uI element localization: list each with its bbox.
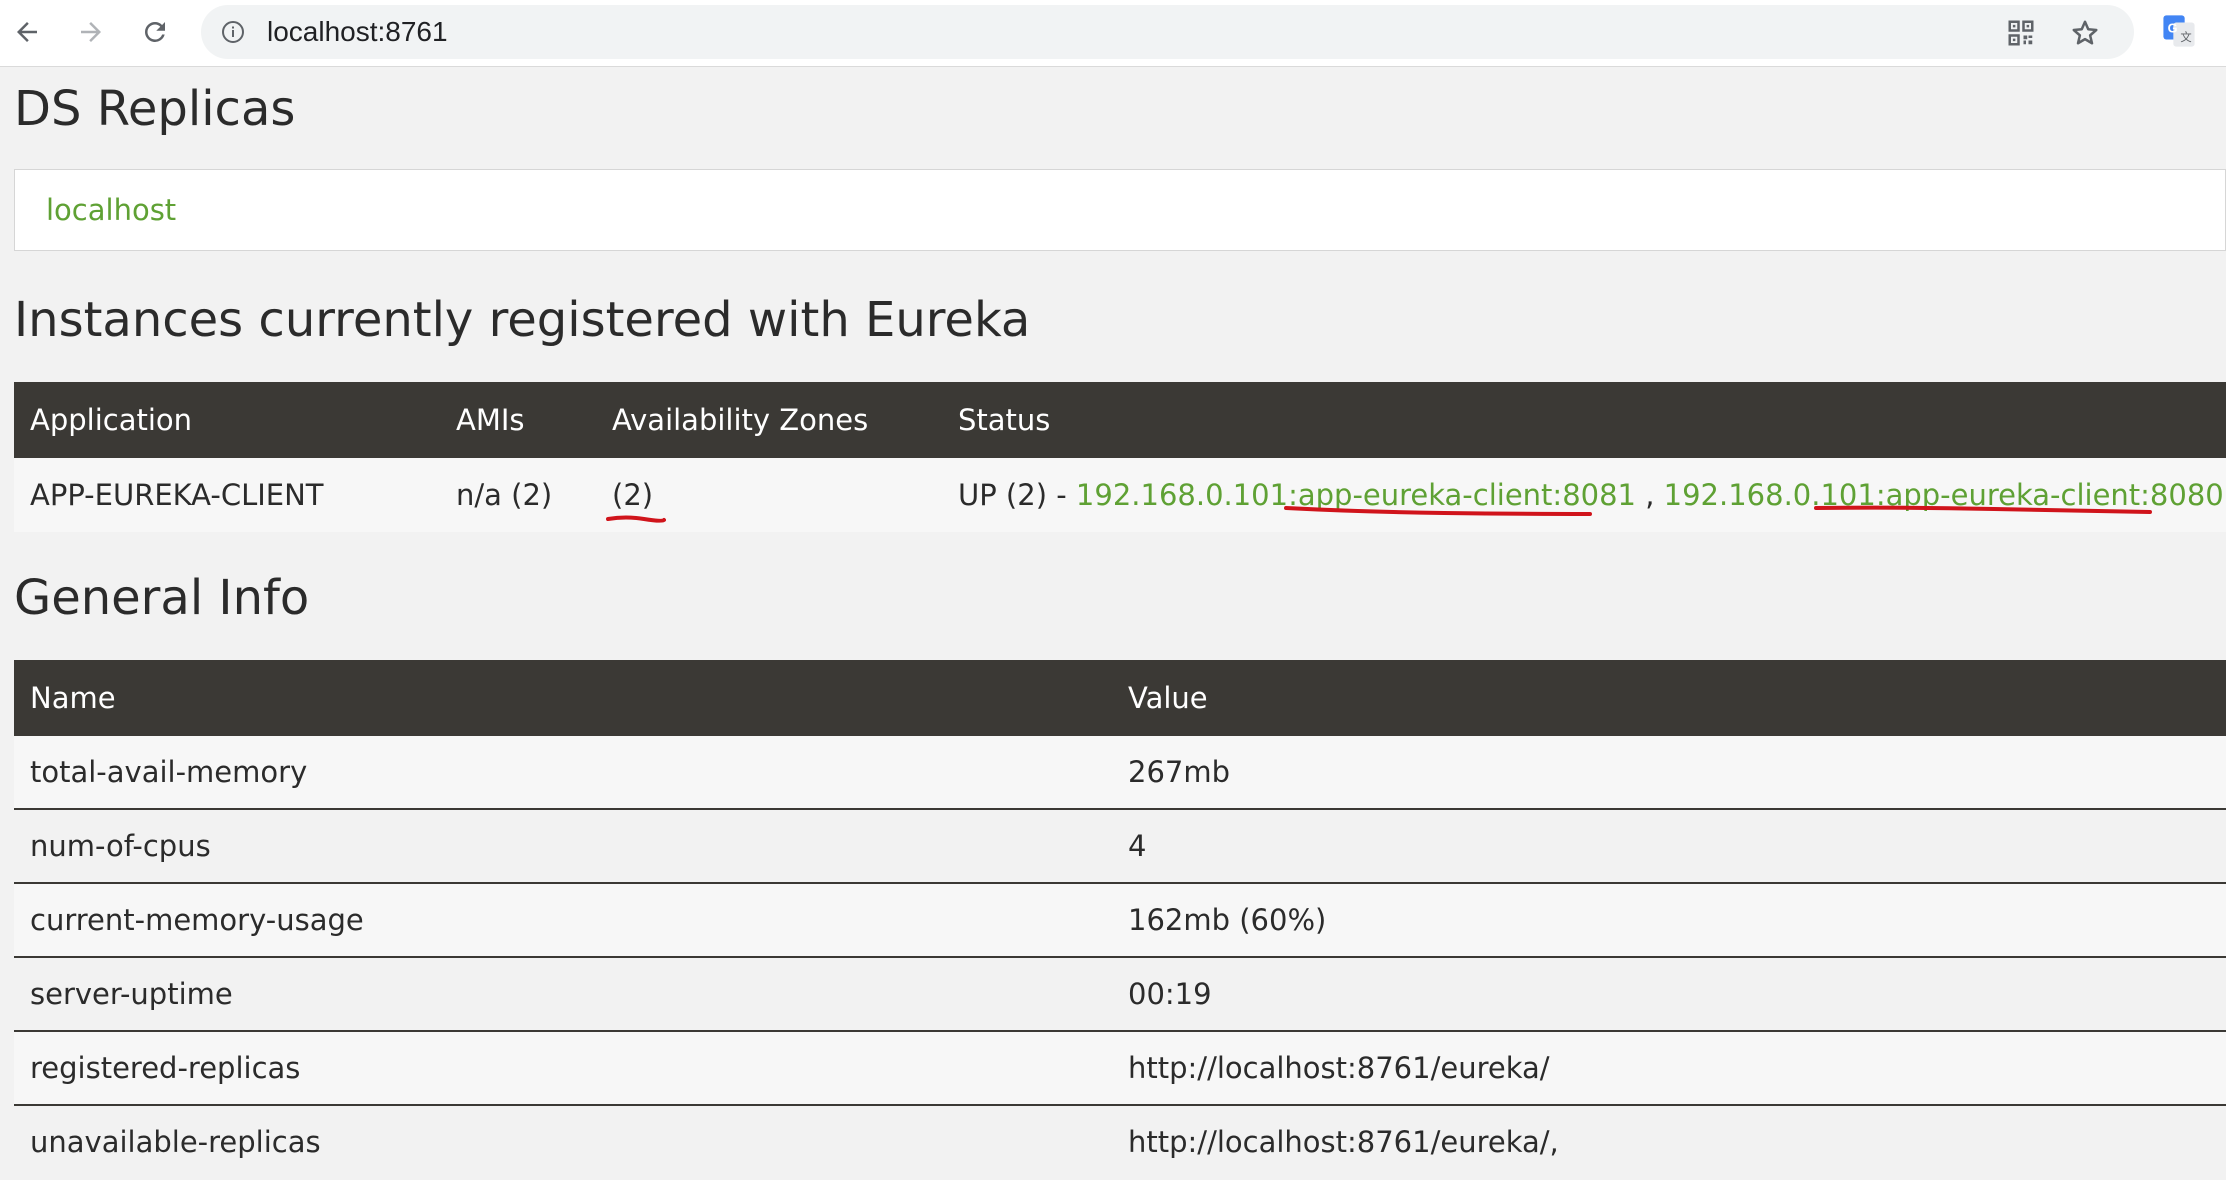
- column-header-application: Application: [30, 403, 193, 437]
- instance-zones: (2): [612, 478, 654, 512]
- bookmark-star-icon[interactable]: [2070, 18, 2100, 48]
- status-separator: ,: [1636, 478, 1664, 512]
- info-value: 267mb: [1128, 755, 1231, 789]
- site-info-icon[interactable]: [221, 20, 245, 44]
- table-row: APP-EUREKA-CLIENT n/a (2) (2) UP (2) - 1…: [14, 458, 2226, 532]
- back-button[interactable]: [6, 11, 48, 53]
- svg-text:文: 文: [2180, 30, 2191, 44]
- general-info-table-header: Name Value: [14, 660, 2226, 736]
- ds-replicas-heading: DS Replicas: [14, 81, 296, 137]
- instances-table: Application AMIs Availability Zones Stat…: [14, 382, 2226, 532]
- qr-code-icon[interactable]: [2006, 18, 2036, 48]
- table-row: unavailable-replicas http://localhost:87…: [14, 1106, 2226, 1180]
- info-value: 00:19: [1128, 977, 1212, 1011]
- forward-arrow-icon: [81, 22, 101, 42]
- instances-heading: Instances currently registered with Eure…: [14, 292, 1031, 348]
- reload-button[interactable]: [134, 11, 176, 53]
- info-name: server-uptime: [30, 977, 233, 1011]
- info-name: registered-replicas: [30, 1051, 301, 1085]
- column-header-name: Name: [30, 681, 116, 715]
- info-name: unavailable-replicas: [30, 1125, 321, 1159]
- table-row: server-uptime 00:19: [14, 958, 2226, 1032]
- instances-table-header: Application AMIs Availability Zones Stat…: [14, 382, 2226, 458]
- column-header-value: Value: [1128, 681, 1208, 715]
- table-row: current-memory-usage 162mb (60%): [14, 884, 2226, 958]
- column-header-availability-zones: Availability Zones: [612, 403, 869, 437]
- info-value: http://localhost:8761/eureka/: [1128, 1051, 1550, 1085]
- info-name: num-of-cpus: [30, 829, 211, 863]
- table-row: num-of-cpus 4: [14, 810, 2226, 884]
- info-value: 162mb (60%): [1128, 903, 1327, 937]
- forward-button[interactable]: [70, 11, 112, 53]
- address-bar[interactable]: localhost:8761: [201, 5, 2134, 59]
- replica-link-localhost[interactable]: localhost: [46, 170, 176, 250]
- table-row: registered-replicas http://localhost:876…: [14, 1032, 2226, 1106]
- url-text[interactable]: localhost:8761: [267, 5, 448, 59]
- reload-icon: [145, 22, 165, 42]
- google-translate-icon[interactable]: G 文: [2162, 14, 2196, 48]
- info-value: 4: [1128, 829, 1147, 863]
- column-header-amis: AMIs: [456, 403, 525, 437]
- back-arrow-icon: [17, 22, 37, 42]
- instance-link-8081[interactable]: 192.168.0.101:app-eureka-client:8081: [1076, 478, 1636, 512]
- instance-amis: n/a (2): [456, 478, 553, 512]
- info-name: total-avail-memory: [30, 755, 308, 789]
- instance-link-8080[interactable]: 192.168.0.101:app-eureka-client:8080: [1664, 478, 2224, 512]
- browser-toolbar: localhost:8761 G 文: [0, 0, 2226, 67]
- info-name: current-memory-usage: [30, 903, 364, 937]
- instance-application: APP-EUREKA-CLIENT: [30, 478, 324, 512]
- column-header-status: Status: [958, 403, 1051, 437]
- info-value: http://localhost:8761/eureka/,: [1128, 1125, 1559, 1159]
- ds-replicas-list: localhost: [14, 169, 2226, 251]
- general-info-table: Name Value total-avail-memory 267mb num-…: [14, 660, 2226, 1180]
- table-row: total-avail-memory 267mb: [14, 736, 2226, 810]
- instance-status: UP (2) - 192.168.0.101:app-eureka-client…: [958, 458, 2224, 532]
- status-prefix: UP (2) -: [958, 478, 1076, 512]
- svg-text:G: G: [2168, 20, 2178, 35]
- general-info-heading: General Info: [14, 570, 310, 626]
